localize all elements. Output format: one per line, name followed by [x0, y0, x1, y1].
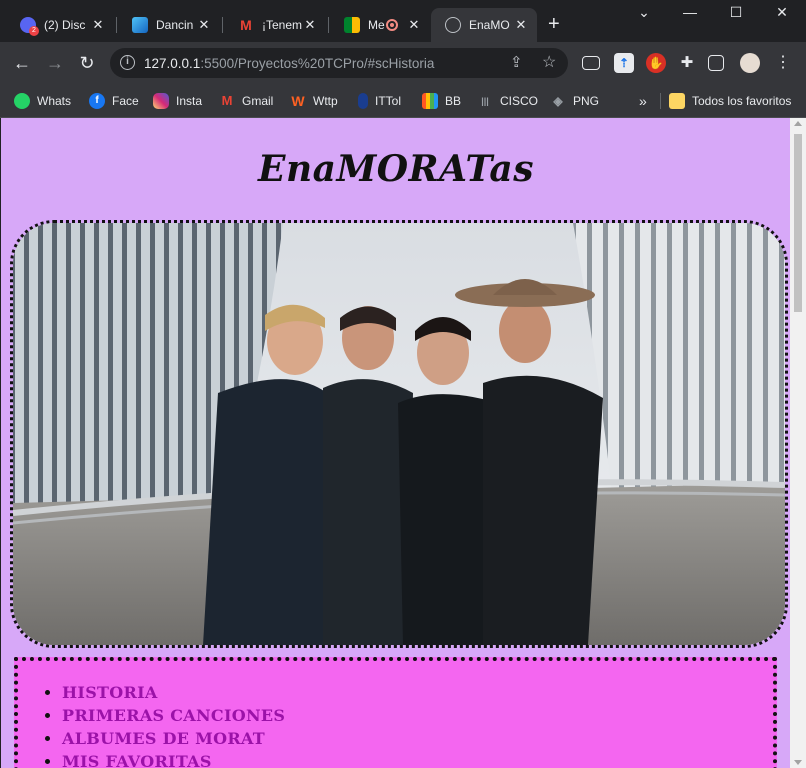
tab-meet[interactable]: Me ✕: [330, 8, 430, 42]
dancing-icon: [132, 17, 148, 33]
tab-divider: [222, 17, 223, 33]
share-icon[interactable]: ⇪: [510, 53, 523, 71]
bookmark-label: ITTol: [375, 94, 402, 108]
back-button[interactable]: ←: [10, 51, 34, 75]
profile-avatar[interactable]: [740, 53, 760, 73]
tab-title: Dancin: [156, 18, 194, 32]
site-info-icon[interactable]: i: [120, 55, 135, 70]
tab-enamoratas[interactable]: EnaMO ✕: [431, 8, 537, 42]
bookmark-gmail[interactable]: M Gmail: [219, 91, 274, 111]
band-photo: [10, 220, 788, 648]
bookmark-label: PNG: [573, 94, 600, 108]
close-tab-icon[interactable]: ✕: [406, 17, 422, 33]
close-window-button[interactable]: ✕: [767, 4, 797, 21]
wattpad-icon: W: [291, 93, 305, 109]
bookmark-label: Gmail: [242, 94, 274, 108]
minimize-button[interactable]: —: [675, 4, 705, 20]
png-icon: ◈: [553, 94, 563, 108]
meet-icon: [344, 17, 360, 33]
instagram-icon: [153, 93, 169, 109]
bb-icon: [422, 93, 438, 109]
band-photo-illustration: [13, 223, 785, 645]
bookmarks-overflow-button[interactable]: »: [639, 91, 647, 111]
page-scrollbar[interactable]: [790, 118, 806, 768]
menu-item-mis-favoritas[interactable]: MIS FAVORITAS: [62, 750, 285, 768]
close-tab-icon[interactable]: ✕: [90, 17, 106, 33]
side-panel-icon[interactable]: [708, 55, 724, 71]
adblock-icon[interactable]: ✋: [646, 53, 666, 73]
close-tab-icon[interactable]: ✕: [302, 17, 318, 33]
gmail-icon: M: [221, 93, 233, 108]
bookmark-label: Face: [112, 94, 139, 108]
bookmark-label: Wttp: [313, 94, 338, 108]
new-tab-button[interactable]: +: [548, 14, 560, 34]
extensions-puzzle-icon[interactable]: ✚: [677, 53, 697, 73]
bookmark-label: CISCO: [500, 94, 539, 108]
recording-icon: [386, 19, 398, 31]
whatsapp-icon: [14, 93, 30, 109]
tab-title: (2) Disc: [44, 18, 86, 32]
maximize-button[interactable]: ☐: [721, 4, 751, 21]
scrollbar-thumb[interactable]: [794, 134, 802, 312]
menu-list: HISTORIA PRIMERAS CANCIONES ALBUMES DE M…: [62, 681, 285, 768]
url-text[interactable]: 127.0.0.1:5500/Proyectos%20TCPro/#scHist…: [144, 56, 434, 71]
bookmark-cisco[interactable]: ||| CISCO: [477, 91, 538, 111]
scroll-up-arrow[interactable]: [794, 121, 802, 126]
close-tab-icon[interactable]: ✕: [513, 17, 529, 33]
facebook-icon: f: [89, 93, 105, 109]
bookmark-bb[interactable]: BB: [422, 91, 461, 111]
menu-item-albumes[interactable]: ALBUMES DE MORAT: [62, 727, 285, 750]
notification-badge: 2: [29, 26, 39, 36]
browser-toolbar: ← → ↻ i 127.0.0.1:5500/Proyectos%20TCPro…: [0, 42, 806, 84]
tab-dancing[interactable]: Dancin ✕: [118, 8, 220, 42]
close-tab-icon[interactable]: ✕: [196, 17, 212, 33]
tab-search-icon[interactable]: ⌄: [629, 4, 659, 21]
bookmark-png[interactable]: ◈ PNG: [550, 91, 599, 111]
tab-gmail[interactable]: M ¡Tenem ✕: [224, 8, 326, 42]
tab-strip: 2 (2) Disc ✕ Dancin ✕ M ¡Tenem ✕ Me ✕ En…: [0, 0, 806, 42]
menu-item-historia[interactable]: HISTORIA: [62, 681, 285, 704]
globe-icon: [445, 17, 461, 33]
bookmarks-divider: [660, 93, 661, 109]
scroll-down-arrow[interactable]: [794, 760, 802, 765]
discord-icon: 2: [20, 17, 39, 36]
section-menu: HISTORIA PRIMERAS CANCIONES ALBUMES DE M…: [14, 657, 777, 768]
address-bar[interactable]: i 127.0.0.1:5500/Proyectos%20TCPro/#scHi…: [110, 48, 568, 78]
bookmark-label: Todos los favoritos: [692, 94, 792, 108]
picture-in-picture-icon[interactable]: [582, 56, 600, 70]
bookmark-ittol[interactable]: ITTol: [358, 91, 401, 111]
reload-button[interactable]: ↻: [75, 51, 99, 75]
bookmark-label: Whats: [37, 94, 72, 108]
tab-title: EnaMO: [469, 18, 510, 32]
tab-divider: [116, 17, 117, 33]
tab-title: ¡Tenem: [262, 18, 302, 32]
folder-icon: [669, 93, 685, 109]
bookmarks-bar: Whats f Face Insta M Gmail W Wttp ITTol …: [0, 84, 806, 118]
page-viewport: EnaMORATas • HISTORIA • PRIMERAS CANCION…: [0, 118, 806, 768]
tab-divider: [328, 17, 329, 33]
bookmark-face[interactable]: f Face: [89, 91, 139, 111]
page-title: EnaMORATas: [258, 148, 534, 190]
bookmark-wttp[interactable]: W Wttp: [290, 91, 338, 111]
tab-discord[interactable]: 2 (2) Disc ✕: [6, 8, 114, 42]
bookmark-whats[interactable]: Whats: [14, 91, 71, 111]
cisco-icon: |||: [481, 96, 489, 106]
all-bookmarks-folder[interactable]: Todos los favoritos: [669, 91, 791, 111]
forward-button[interactable]: →: [43, 51, 67, 75]
menu-item-primeras-canciones[interactable]: PRIMERAS CANCIONES: [62, 704, 285, 727]
ittol-icon: [358, 93, 368, 109]
more-menu-icon[interactable]: ⋮: [773, 53, 793, 73]
bookmark-star-icon[interactable]: ☆: [542, 52, 556, 72]
bookmark-label: BB: [445, 94, 462, 108]
gmail-icon: M: [240, 17, 252, 33]
bookmark-insta[interactable]: Insta: [153, 91, 202, 111]
tab-title: Me: [368, 18, 385, 32]
bookmark-label: Insta: [176, 94, 203, 108]
extension-save-icon[interactable]: ⇡: [614, 53, 634, 73]
